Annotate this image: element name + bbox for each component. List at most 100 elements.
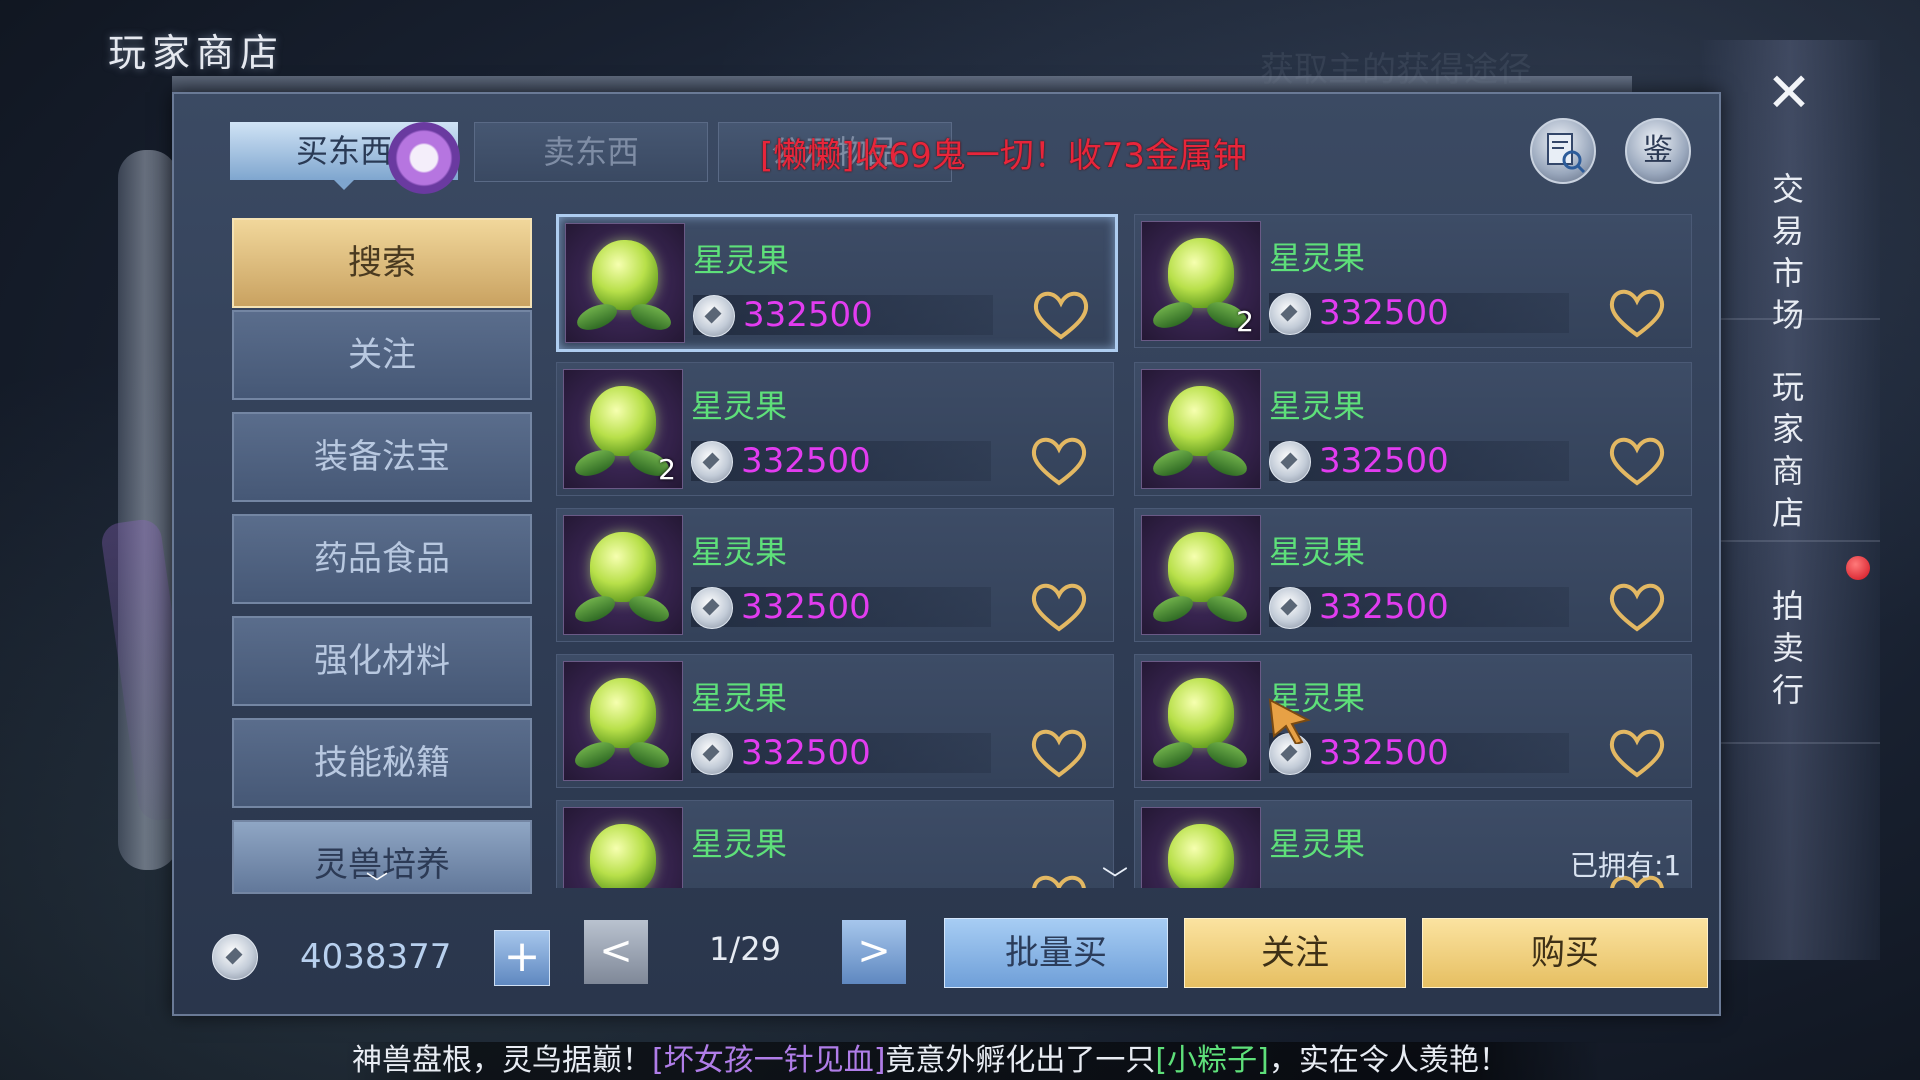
item-card[interactable]: 2 星灵果 332500 [556,362,1114,496]
item-name: 星灵果 [1269,825,1366,863]
category-enhance-material[interactable]: 强化材料 [232,616,532,706]
page-indicator: 1/29 [709,930,781,968]
item-card[interactable]: 星灵果 332500 [1134,508,1692,642]
heart-icon[interactable] [1029,287,1093,343]
item-price: 332500 [1319,293,1449,333]
heart-icon[interactable] [1027,725,1091,781]
item-price: 332500 [741,733,871,773]
silver-coin-icon [1269,441,1311,483]
star-fruit-icon [1141,515,1261,635]
heart-icon[interactable] [1027,579,1091,635]
buy-button[interactable]: 购买 [1422,918,1708,988]
page-title: 玩家商店 [108,31,285,75]
star-fruit-icon: 2 [563,369,683,489]
nav-player-shop[interactable]: 玩家商店 [1768,366,1808,534]
prev-page-button[interactable]: < [584,920,648,984]
bulk-buy-button[interactable]: 批量买 [944,918,1168,988]
item-name: 星灵果 [691,533,788,571]
broadcast-message: [懒懒]收69鬼一切！收73金属钟 [760,136,1248,176]
item-card[interactable]: 星灵果 332500 [556,214,1118,352]
balance-amount: 4038377 [300,937,452,977]
star-fruit-icon [1141,369,1261,489]
category-medicine-food[interactable]: 药品食品 [232,514,532,604]
star-fruit-icon [565,223,685,343]
item-card[interactable]: 星灵果 332500 [1134,654,1692,788]
star-fruit-icon [1141,807,1261,888]
item-card[interactable]: 星灵果 332500 [556,654,1114,788]
item-price: 332500 [1319,733,1449,773]
item-name: 星灵果 [691,387,788,425]
leaf-shape [1203,590,1251,628]
item-price: 332500 [1319,587,1449,627]
ticker-middle: 竟意外孵化出了一只 [885,1043,1156,1078]
fruit-shape [1168,824,1234,888]
heart-icon[interactable] [1605,579,1669,635]
ticker-suffix: ，实在令人羡艳！ [1268,1043,1509,1078]
category-follow[interactable]: 关注 [232,310,532,400]
fruit-shape [1168,678,1234,748]
silver-coin-icon [1269,293,1311,335]
item-quantity: 2 [1236,305,1254,338]
speaker-icon[interactable] [388,122,460,194]
star-fruit-icon [563,515,683,635]
category-skill-book[interactable]: 技能秘籍 [232,718,532,808]
nav-trade-market[interactable]: 交易市场 [1768,168,1808,336]
search-ledger-button[interactable] [1530,118,1596,184]
fruit-shape [592,240,658,310]
item-card[interactable]: 2 星灵果 332500 [1134,214,1692,348]
item-card[interactable]: 星灵果 332500 [1134,362,1692,496]
silver-coin-icon [693,295,735,337]
item-quantity: 2 [658,453,676,486]
tab-sell[interactable]: 卖东西 [474,122,708,182]
heart-icon[interactable] [1027,871,1091,888]
silver-coin-icon [691,587,733,629]
fruit-shape [590,678,656,748]
ticker-player[interactable]: [坏女孩一针见血] [652,1043,885,1078]
heart-icon[interactable] [1605,433,1669,489]
heart-icon[interactable] [1605,725,1669,781]
follow-button[interactable]: 关注 [1184,918,1406,988]
item-name: 星灵果 [693,241,790,279]
chevron-down-icon[interactable]: ﹀ [362,866,392,897]
magnifier-ledger-icon [1547,133,1586,174]
next-page-button[interactable]: > [842,920,906,984]
silver-coin-icon [691,733,733,775]
item-grid: 星灵果 332500 2 星灵果 332500 2 星灵果 332500 星灵果 332500 星灵… [556,210,1706,888]
nav-auction-house[interactable]: 拍卖行 [1768,585,1808,711]
category-search[interactable]: 搜索 [232,218,532,308]
item-name: 星灵果 [1269,239,1366,277]
leaf-shape [625,736,673,774]
owned-count: 已拥有:1 [1570,849,1682,882]
item-card[interactable]: 星灵果 332500 [556,508,1114,642]
notification-dot [1846,556,1870,580]
close-icon[interactable]: ✕ [1762,66,1816,120]
heart-icon[interactable] [1027,433,1091,489]
silver-coin-icon [212,934,258,980]
leaf-shape [1203,444,1251,482]
appraise-button[interactable]: 鉴 [1625,118,1691,184]
star-fruit-icon [1141,661,1261,781]
item-price: 332500 [743,295,873,335]
fruit-shape [590,386,656,456]
fruit-shape [590,532,656,602]
chevron-down-icon[interactable]: ﹀ [1102,860,1128,897]
star-fruit-icon: 2 [1141,221,1261,341]
rail-divider [1700,742,1880,744]
fruit-shape [590,824,656,888]
ticker-pet[interactable]: [小粽子] [1155,1043,1268,1078]
item-price: 332500 [741,587,871,627]
item-name: 星灵果 [1269,387,1366,425]
add-currency-button[interactable]: + [494,930,550,986]
item-card[interactable]: 星灵果 [556,800,1114,888]
category-equipment[interactable]: 装备法宝 [232,412,532,502]
fruit-shape [1168,532,1234,602]
cursor-icon [1268,698,1311,744]
item-name: 星灵果 [691,679,788,717]
silver-coin-icon [691,441,733,483]
system-ticker: 神兽盘根，灵鸟据巅！[坏女孩一针见血]竟意外孵化出了一只[小粽子]，实在令人羡艳… [344,1042,1602,1080]
silver-coin-icon [1269,587,1311,629]
star-fruit-icon [563,807,683,888]
heart-icon[interactable] [1605,285,1669,341]
fruit-shape [1168,386,1234,456]
ticker-prefix: 神兽盘根，灵鸟据巅！ [352,1043,652,1078]
